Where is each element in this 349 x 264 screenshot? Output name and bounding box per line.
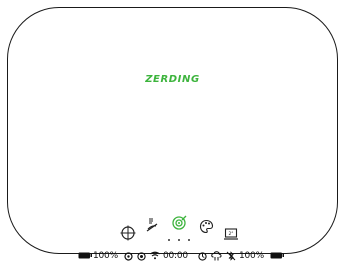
bluetooth-off-icon xyxy=(226,251,236,261)
status-bar: 100% 00:00 100% xyxy=(0,250,349,262)
record-icon xyxy=(137,252,146,261)
monitor-icon[interactable]: 2° xyxy=(224,228,238,240)
cloud-sync-icon xyxy=(211,251,222,261)
brand-logo: ZERDING xyxy=(145,74,200,85)
page-indicator xyxy=(166,239,192,243)
page-dot xyxy=(188,239,190,241)
crosshair-circle-icon[interactable] xyxy=(120,225,136,241)
page-dot xyxy=(168,239,170,241)
battery-right-icon xyxy=(270,252,284,259)
wifi-off-icon[interactable] xyxy=(145,218,159,232)
battery-left-icon xyxy=(78,252,92,259)
settings-icon xyxy=(124,252,133,261)
svg-text:2°: 2° xyxy=(228,231,233,237)
palette-icon[interactable] xyxy=(199,219,214,234)
battery-left-level: 100% xyxy=(93,251,118,261)
page-dot xyxy=(178,239,180,241)
clock-time: 00:00 xyxy=(163,251,188,261)
target-icon[interactable] xyxy=(171,215,187,231)
battery-right-level: 100% xyxy=(239,251,264,261)
timer-icon xyxy=(198,252,207,261)
wifi-icon xyxy=(150,251,160,260)
